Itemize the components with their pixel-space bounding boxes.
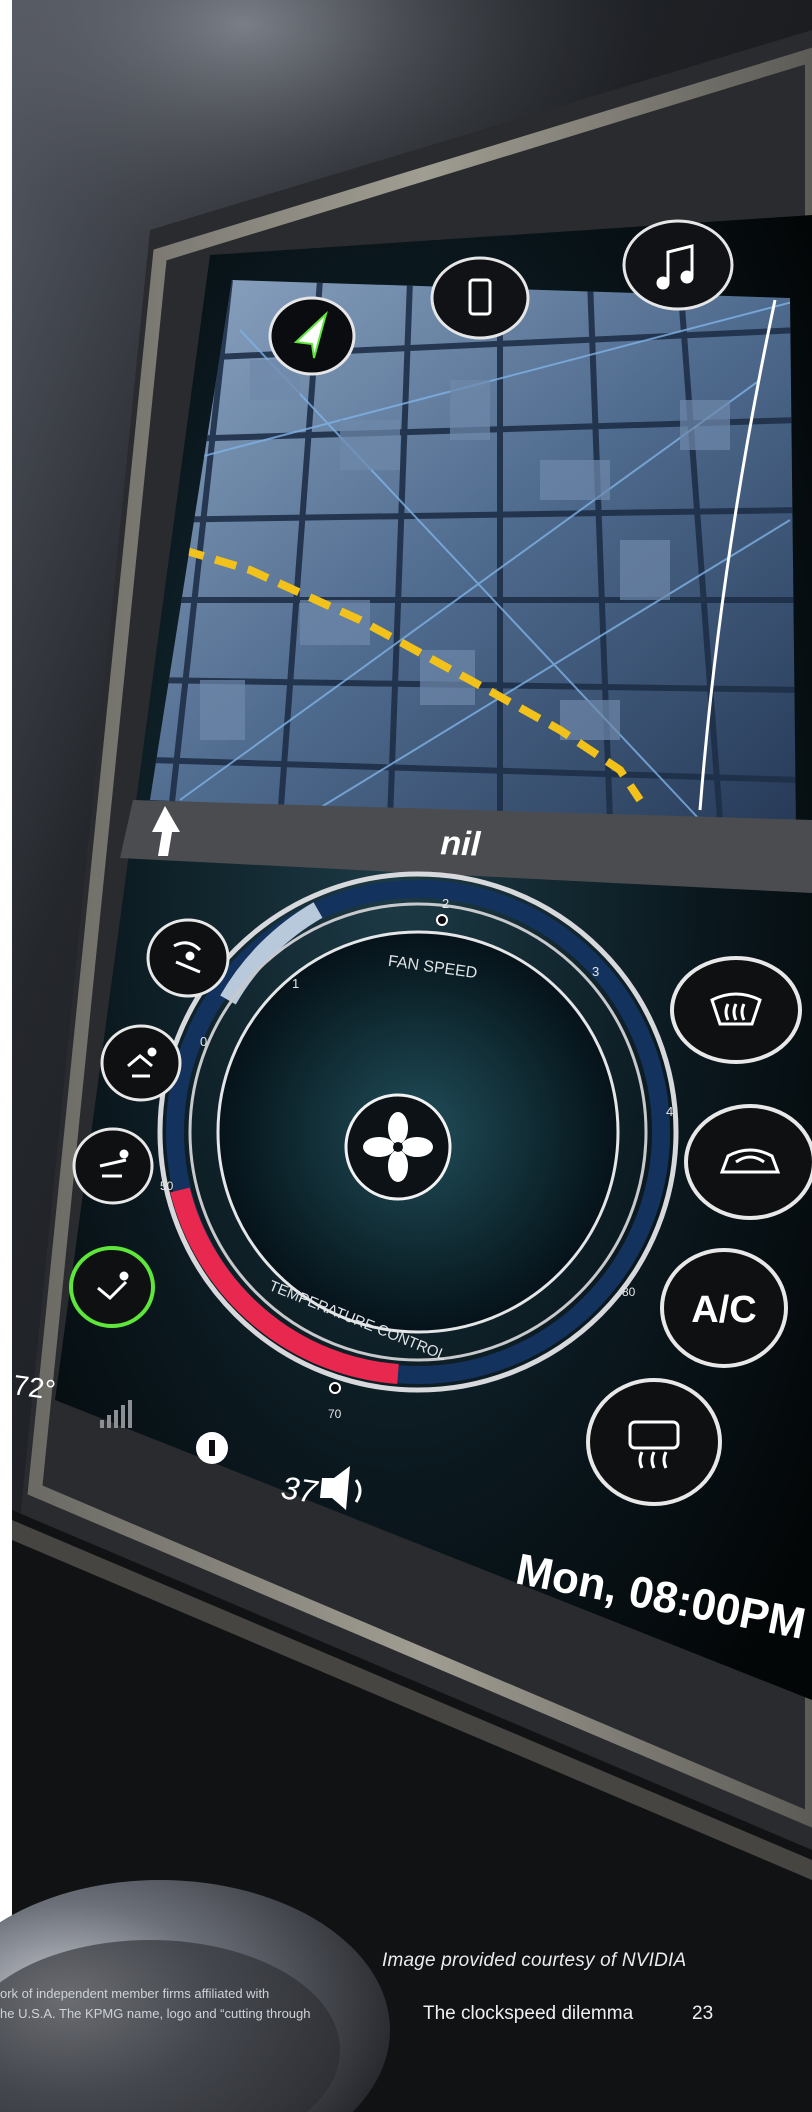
rear-defrost-button[interactable] <box>586 1378 722 1506</box>
fan-tick-2: 2 <box>442 896 449 911</box>
airflow-upper-button[interactable] <box>100 1024 182 1102</box>
airflow-feet-button[interactable] <box>69 1246 155 1328</box>
navigation-button[interactable] <box>268 296 356 376</box>
fan-tick-3: 3 <box>592 964 599 979</box>
temp-tick-80: 80 <box>622 1285 636 1299</box>
legal-text-line-2: he U.S.A. The KPMG name, logo and “cutti… <box>0 2006 311 2021</box>
phone-button[interactable] <box>430 256 530 340</box>
image-credit-caption: Image provided courtesy of NVIDIA <box>382 1950 687 1971</box>
temp-tick-70: 70 <box>328 1407 342 1421</box>
navigation-instruction: nil <box>440 824 483 863</box>
cabin-temperature: 72° <box>11 1369 57 1406</box>
temp-tick-50: 50 <box>160 1179 174 1193</box>
info-icon <box>209 1440 215 1456</box>
fan-tick-0: 0 <box>200 1034 207 1049</box>
fan-button[interactable] <box>344 1093 452 1201</box>
footer-title: The clockspeed dilemma <box>423 2003 634 2024</box>
info-button[interactable] <box>196 1432 228 1464</box>
volume-level: 37 <box>279 1469 320 1510</box>
fan-tick-4: 4 <box>666 1104 673 1119</box>
fan-tick-1: 1 <box>292 976 299 991</box>
page-number: 23 <box>692 2003 714 2024</box>
recirculate-button[interactable] <box>684 1104 812 1220</box>
ac-label: A/C <box>691 1289 756 1331</box>
seat-heat-button[interactable] <box>146 918 230 998</box>
ac-button[interactable]: A/C <box>660 1248 788 1368</box>
dashboard-photo: nil FAN SPEED TEMPERATURE CONTROL 0 1 2 … <box>0 0 812 2112</box>
music-button[interactable] <box>622 219 734 311</box>
legal-text-line-1: ork of independent member firms affiliat… <box>0 1986 270 2001</box>
map-view[interactable] <box>140 270 812 850</box>
airflow-mid-button[interactable] <box>72 1127 154 1205</box>
front-defrost-button[interactable] <box>670 956 802 1064</box>
